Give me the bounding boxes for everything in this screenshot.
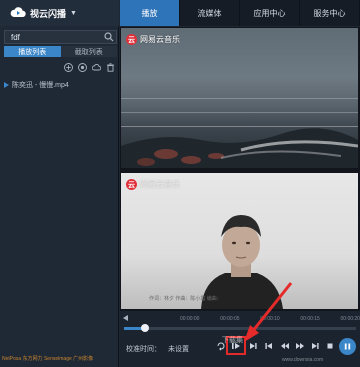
- video-subtitle: 作词：林夕 作曲：陈小霞 编曲：: [149, 296, 222, 302]
- stop-icon: [327, 343, 333, 349]
- watermark-text: 网易云音乐: [140, 180, 180, 189]
- playlist-toolbar: [64, 63, 115, 72]
- search-input[interactable]: fdf: [4, 30, 117, 44]
- site-watermark: 下载集: [222, 337, 243, 344]
- fast-forward-button[interactable]: [293, 339, 307, 353]
- pause-button[interactable]: [339, 338, 356, 355]
- tab-play[interactable]: 播放: [120, 0, 180, 26]
- list-item[interactable]: 陈奕迅 - 慢慢.mp4: [4, 80, 69, 90]
- skip-end-button[interactable]: [308, 339, 322, 353]
- record-icon[interactable]: [78, 63, 87, 72]
- site-url: www.downxia.com: [282, 357, 324, 363]
- previous-button[interactable]: [262, 339, 276, 353]
- tab-app-center[interactable]: 应用中心: [240, 0, 300, 26]
- cloud-icon[interactable]: [92, 63, 101, 72]
- rewind-button[interactable]: [278, 339, 292, 353]
- netease-logo-icon: 云: [126, 179, 137, 190]
- timeline-tick-label: 00:00:20: [340, 316, 360, 322]
- video-pane-sea[interactable]: 云 网易云音乐: [121, 28, 358, 168]
- top-nav: 播放 流媒体 应用中心 服务中心: [120, 0, 360, 26]
- video-area: 云 网易云音乐 云 网易云音乐 作词：林夕 作曲：陈小霞 编曲：: [120, 27, 360, 311]
- timeline-tick-label: 00:00:00: [180, 316, 200, 322]
- tab-service-center[interactable]: 服务中心: [300, 0, 360, 26]
- next-button[interactable]: [246, 339, 260, 353]
- progress-bar[interactable]: [124, 324, 356, 332]
- left-panel: 视云闪播 ▼ fdf 播放列表 截取列表 陈奕迅 - 慢慢.mp4 NetPos…: [0, 0, 119, 367]
- singer-image: [201, 215, 283, 309]
- netease-logo-icon: 云: [126, 34, 137, 45]
- video-pane-singer[interactable]: 云 网易云音乐 作词：林夕 作曲：陈小霞 编曲：: [121, 173, 358, 309]
- timeline-ruler[interactable]: 00:00:00 00:00:05 00:00:10 00:00:15 00:0…: [120, 313, 360, 322]
- timeline-left-icon[interactable]: [123, 315, 129, 321]
- skip-back-icon: [265, 343, 272, 349]
- app-name: 视云闪播: [30, 8, 67, 19]
- timeline-tick-label: 00:00:05: [220, 316, 240, 322]
- trash-icon[interactable]: [106, 63, 115, 72]
- tab-playlist[interactable]: 播放列表: [4, 46, 61, 57]
- video-watermark: 云 网易云音乐: [126, 179, 180, 190]
- play-next-icon: [250, 343, 257, 349]
- search-icon[interactable]: [104, 32, 114, 42]
- sea-rocks-image: [121, 128, 358, 168]
- timeline-times: 00:00:00 00:00:05 00:00:10 00:00:15 00:0…: [180, 316, 360, 322]
- calibration-value[interactable]: 未设置: [168, 344, 189, 354]
- stop-button[interactable]: [323, 339, 337, 353]
- watermark-text: 网易云音乐: [140, 35, 180, 44]
- tab-capture-list[interactable]: 截取列表: [60, 46, 117, 57]
- partner-footer: NetPosa 东方网力 Senseimage 广州影像: [2, 356, 94, 362]
- tab-streaming[interactable]: 流媒体: [180, 0, 240, 26]
- chevron-down-icon[interactable]: ▼: [70, 10, 77, 17]
- fast-forward-icon: [296, 343, 304, 349]
- app-window: 视云闪播 ▼ fdf 播放列表 截取列表 陈奕迅 - 慢慢.mp4 NetPos…: [0, 0, 360, 367]
- skip-forward-icon: [312, 343, 319, 349]
- list-item-label: 陈奕迅 - 慢慢.mp4: [12, 82, 69, 89]
- left-tabs: 播放列表 截取列表: [4, 46, 117, 57]
- search-value: fdf: [11, 32, 20, 42]
- rewind-icon: [281, 343, 289, 349]
- play-indicator-icon: [4, 82, 9, 88]
- timeline-tick-label: 00:00:15: [300, 316, 320, 322]
- pause-icon: [344, 343, 351, 350]
- progress-handle[interactable]: [140, 324, 149, 332]
- calibration-label: 校准时间：: [126, 346, 161, 353]
- video-watermark: 云 网易云音乐: [126, 34, 180, 45]
- timeline-tick-label: 00:00:10: [260, 316, 280, 322]
- brand-bar[interactable]: 视云闪播 ▼: [0, 0, 119, 26]
- add-icon[interactable]: [64, 63, 73, 72]
- cloud-logo-icon: [10, 7, 26, 18]
